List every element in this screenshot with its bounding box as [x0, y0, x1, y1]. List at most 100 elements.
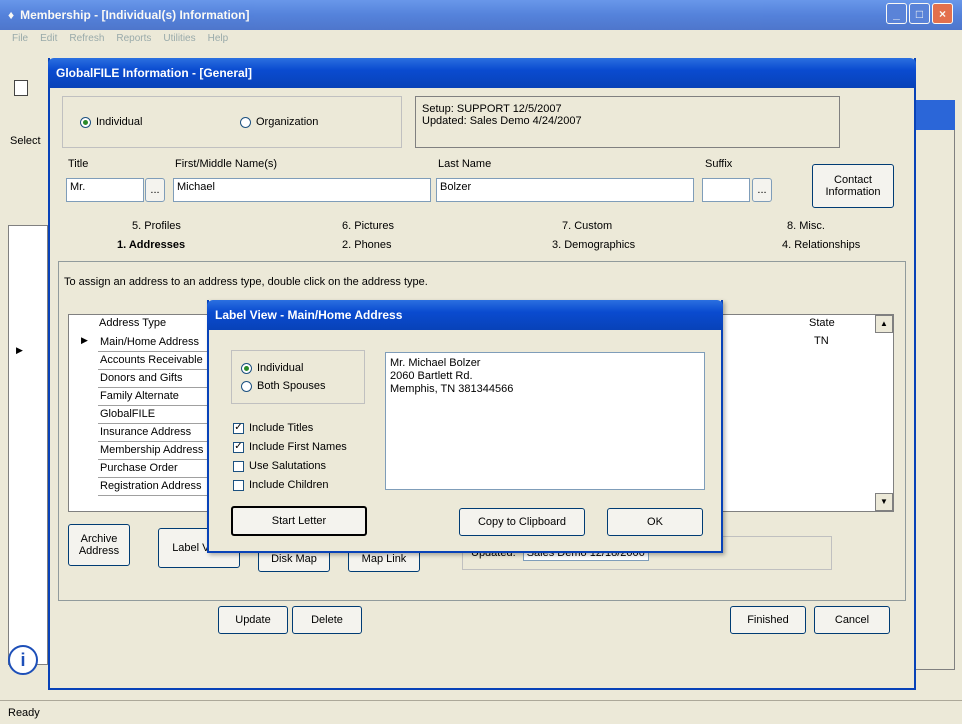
dialog-title-bar: GlobalFILE Information - [General] [48, 58, 916, 88]
new-document-icon[interactable] [14, 80, 28, 96]
background-grid [8, 225, 48, 665]
menu-utilities[interactable]: Utilities [163, 33, 195, 47]
label-individual-label: Individual [257, 362, 304, 374]
organization-radio[interactable]: Organization [240, 116, 318, 128]
tab-custom[interactable]: 7. Custom [562, 220, 682, 232]
include-titles-label: Include Titles [249, 422, 314, 434]
individual-radio[interactable]: Individual [80, 116, 142, 128]
first-row-state: TN [814, 335, 829, 347]
title-field[interactable]: Mr. [66, 178, 144, 202]
archive-address-button[interactable]: Archive Address [68, 524, 130, 566]
table-row[interactable]: Main/Home Address [98, 334, 210, 352]
label-individual-radio-dot [241, 362, 252, 374]
use-salutations-check-icon [233, 460, 244, 472]
menu-reports[interactable]: Reports [116, 33, 151, 47]
table-row[interactable]: Family Alternate [98, 388, 210, 406]
tab-relationships[interactable]: 4. Relationships [782, 239, 902, 251]
grid-header-address-type: Address Type [99, 317, 167, 329]
table-row[interactable]: GlobalFILE [98, 406, 210, 424]
tab-demographics[interactable]: 3. Demographics [552, 239, 672, 251]
tab-addresses[interactable]: 1. Addresses [117, 239, 237, 251]
close-icon[interactable]: × [932, 3, 953, 24]
copy-to-clipboard-button[interactable]: Copy to Clipboard [459, 508, 585, 536]
row-pointer-icon: ▶ [16, 345, 23, 355]
table-row[interactable]: Insurance Address [98, 424, 210, 442]
update-button[interactable]: Update [218, 606, 288, 634]
first-name-label: First/Middle Name(s) [175, 158, 278, 170]
updated-text: Updated: Sales Demo 4/24/2007 [422, 115, 582, 127]
label-view-dialog: Label View - Main/Home Address Individua… [207, 300, 723, 553]
right-background-panel [915, 100, 955, 670]
both-spouses-label: Both Spouses [257, 380, 326, 392]
grid-header-state: State [809, 317, 835, 329]
contact-information-button[interactable]: Contact Information [812, 164, 894, 208]
include-first-names-check-icon: ✓ [233, 441, 244, 453]
spouse-option-group [231, 350, 365, 404]
minimize-icon[interactable]: _ [886, 3, 907, 24]
start-letter-button[interactable]: Start Letter [231, 506, 367, 536]
suffix-label: Suffix [705, 158, 733, 170]
menu-refresh[interactable]: Refresh [69, 33, 104, 47]
grid-scroll-up-icon[interactable]: ▲ [875, 315, 893, 333]
status-text: Ready [8, 707, 40, 719]
both-spouses-radio-dot [241, 380, 252, 392]
grid-row-marker-icon: ▶ [81, 335, 88, 345]
include-children-label: Include Children [249, 479, 329, 491]
suffix-lookup-button[interactable]: ... [752, 178, 772, 202]
title-label: Title [68, 158, 89, 170]
tab-phones[interactable]: 2. Phones [342, 239, 462, 251]
use-salutations-checkbox[interactable]: Use Salutations [233, 460, 326, 472]
cancel-button[interactable]: Cancel [814, 606, 890, 634]
setup-text: Setup: SUPPORT 12/5/2007 [422, 103, 562, 115]
individual-radio-dot [80, 116, 91, 128]
tab-pictures[interactable]: 6. Pictures [342, 220, 462, 232]
label-view-title-bar: Label View - Main/Home Address [207, 300, 723, 330]
include-children-check-icon [233, 479, 244, 491]
table-row[interactable]: Accounts Receivable [98, 352, 210, 370]
main-menu-bar: File Edit Refresh Reports Utilities Help [0, 30, 962, 50]
tab-strip: 5. Profiles 6. Pictures 7. Custom 8. Mis… [62, 220, 910, 260]
grid-scroll-down-icon[interactable]: ▼ [875, 493, 893, 511]
use-salutations-label: Use Salutations [249, 460, 327, 472]
menu-help[interactable]: Help [208, 33, 229, 47]
address-preview[interactable]: Mr. Michael Bolzer 2060 Bartlett Rd. Mem… [385, 352, 705, 490]
label-view-title: Label View - Main/Home Address [215, 308, 403, 322]
dialog-title: GlobalFILE Information - [General] [56, 66, 253, 80]
main-window-title: Membership - [Individual(s) Information] [20, 8, 250, 22]
suffix-field[interactable] [702, 178, 750, 202]
include-titles-check-icon: ✓ [233, 422, 244, 434]
main-title-bar: ♦ Membership - [Individual(s) Informatio… [0, 0, 962, 30]
organization-radio-dot [240, 116, 251, 128]
last-name-field[interactable]: Bolzer [436, 178, 694, 202]
finished-button[interactable]: Finished [730, 606, 806, 634]
table-row[interactable]: Donors and Gifts [98, 370, 210, 388]
menu-edit[interactable]: Edit [40, 33, 57, 47]
include-first-names-checkbox[interactable]: ✓ Include First Names [233, 441, 347, 453]
include-titles-checkbox[interactable]: ✓ Include Titles [233, 422, 313, 434]
label-individual-radio[interactable]: Individual [241, 362, 303, 374]
organization-radio-label: Organization [256, 116, 319, 128]
instructions-text: To assign an address to an address type,… [64, 276, 428, 288]
tab-misc[interactable]: 8. Misc. [787, 220, 907, 232]
select-label: Select [10, 135, 41, 147]
individual-radio-label: Individual [96, 116, 143, 128]
ok-button[interactable]: OK [607, 508, 703, 536]
setup-info-box: Setup: SUPPORT 12/5/2007 Updated: Sales … [415, 96, 840, 148]
table-row[interactable]: Registration Address [98, 478, 210, 496]
include-first-names-label: Include First Names [249, 441, 347, 453]
tab-profiles[interactable]: 5. Profiles [132, 220, 252, 232]
info-icon[interactable]: i [8, 645, 38, 675]
both-spouses-radio[interactable]: Both Spouses [241, 380, 326, 392]
include-children-checkbox[interactable]: Include Children [233, 479, 329, 491]
right-background-title [915, 100, 955, 130]
menu-file[interactable]: File [12, 33, 28, 47]
table-row[interactable]: Membership Address [98, 442, 210, 460]
table-row[interactable]: Purchase Order [98, 460, 210, 478]
status-bar: Ready [0, 700, 962, 724]
first-name-field[interactable]: Michael [173, 178, 431, 202]
maximize-icon[interactable]: □ [909, 3, 930, 24]
title-lookup-button[interactable]: ... [145, 178, 165, 202]
app-icon: ♦ [8, 8, 15, 22]
last-name-label: Last Name [438, 158, 492, 170]
delete-button[interactable]: Delete [292, 606, 362, 634]
